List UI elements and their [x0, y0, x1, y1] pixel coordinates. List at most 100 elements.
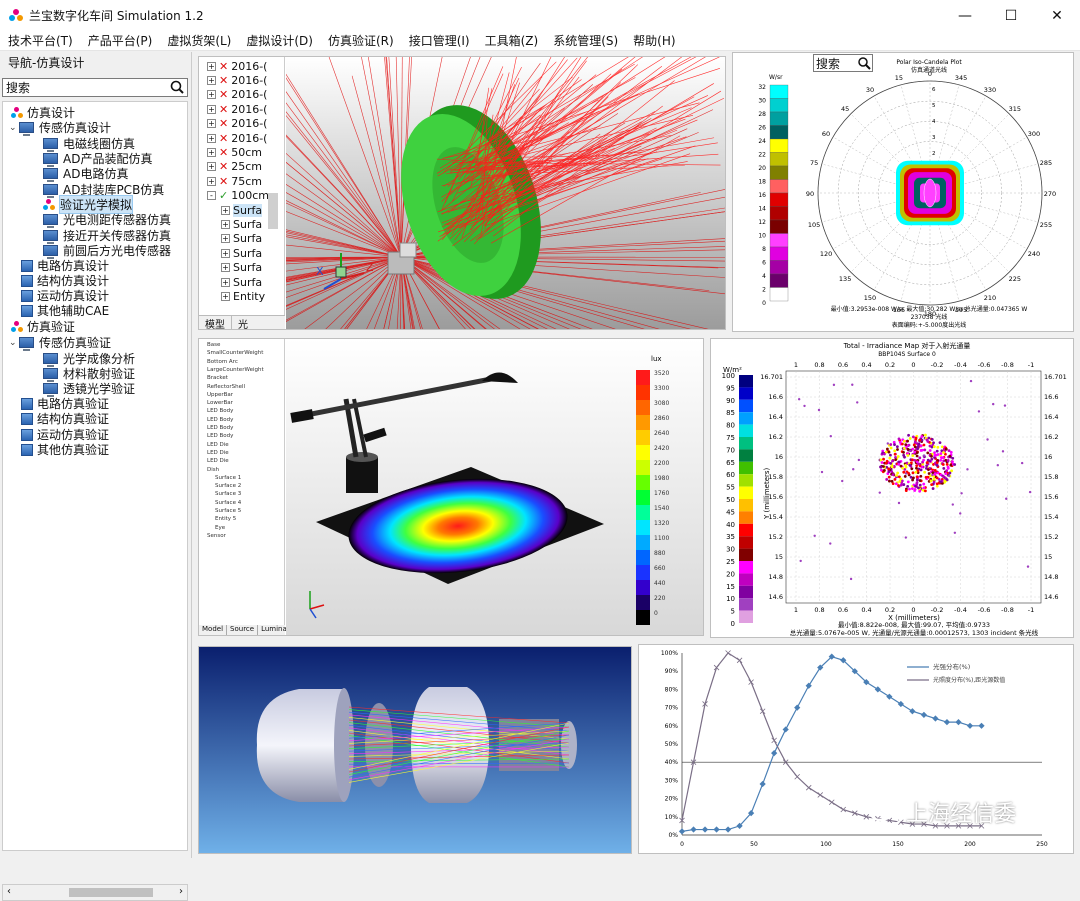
chevron-right-icon[interactable]: ›: [179, 886, 183, 897]
lens-viewport[interactable]: [199, 647, 631, 853]
tree-item[interactable]: 材料散射验证: [43, 366, 135, 381]
model-tree-item[interactable]: -✓100cm: [207, 189, 269, 203]
nav-horizontal-scrollbar[interactable]: ‹ ›: [2, 884, 188, 901]
menu-simulation-verify[interactable]: 仿真验证(R): [320, 32, 401, 49]
model-tree-item[interactable]: +✕2016-(: [207, 59, 267, 73]
expand-icon[interactable]: +: [207, 148, 216, 157]
scene-tree-item[interactable]: ReflectorShell: [207, 384, 245, 390]
model-tree-item[interactable]: +Surfa: [221, 275, 262, 289]
scene-tree-item[interactable]: LED Body: [207, 408, 233, 414]
tree-node-motion-design[interactable]: 运动仿真设计: [21, 288, 109, 303]
raytrace-viewport[interactable]: X Z: [286, 57, 726, 329]
expand-icon[interactable]: +: [221, 220, 230, 229]
model-tree-item[interactable]: +✕2016-(: [207, 131, 267, 145]
expand-icon[interactable]: +: [207, 105, 216, 114]
scene-tree-item[interactable]: Surface 3: [215, 491, 241, 497]
expand-icon[interactable]: +: [207, 119, 216, 128]
tree-item[interactable]: 光学成像分析: [43, 351, 135, 366]
scene-tree-item[interactable]: Entity 5: [215, 516, 236, 522]
menu-help[interactable]: 帮助(H): [625, 32, 682, 49]
expand-icon[interactable]: +: [207, 134, 216, 143]
tree-item[interactable]: 透镜光学验证: [43, 381, 135, 396]
scene-tree-item[interactable]: LED Die: [207, 450, 229, 456]
tab-source[interactable]: Source: [227, 625, 258, 635]
tree-node-verify-root[interactable]: 仿真验证: [11, 319, 75, 334]
scrollbar-thumb[interactable]: [69, 888, 153, 897]
scene-tree-item[interactable]: LED Body: [207, 417, 233, 423]
scene-tree-item[interactable]: Base: [207, 342, 220, 348]
model-tree-item[interactable]: +✕50cm: [207, 145, 262, 159]
search-icon[interactable]: [167, 79, 187, 96]
menu-virtual-design[interactable]: 虚拟设计(D): [238, 32, 320, 49]
maximize-button[interactable]: ☐: [988, 0, 1034, 31]
scene-tree-item[interactable]: Eye: [215, 525, 225, 531]
expand-icon[interactable]: +: [221, 206, 230, 215]
scene-tree-item[interactable]: LowerBar: [207, 400, 233, 406]
scene-tree-item[interactable]: SmallCounterWeight: [207, 350, 263, 356]
tree-node-structure-verify[interactable]: 结构仿真验证: [21, 411, 109, 426]
tab-model[interactable]: 模型: [199, 316, 232, 329]
expand-icon[interactable]: +: [221, 292, 230, 301]
nav-search-box[interactable]: 搜索: [2, 78, 188, 97]
scene-tree-item[interactable]: Surface 2: [215, 483, 241, 489]
model-tree-item[interactable]: +✕2016-(: [207, 73, 267, 87]
tree-node-sensor-verify[interactable]: ⌄传感仿真验证: [9, 335, 111, 350]
chevron-left-icon[interactable]: ‹: [7, 886, 11, 897]
model-tree-item[interactable]: +✕25cm: [207, 160, 262, 174]
model-tree-item[interactable]: +Surfa: [221, 232, 262, 246]
tree-item[interactable]: 光电测距传感器仿真: [43, 212, 171, 227]
expand-icon[interactable]: -: [207, 191, 216, 200]
menu-virtual-shelf[interactable]: 虚拟货架(L): [159, 32, 238, 49]
search-icon[interactable]: [856, 55, 872, 71]
chevron-down-icon[interactable]: ⌄: [9, 123, 19, 133]
model-tree-item[interactable]: +✕2016-(: [207, 88, 267, 102]
expand-icon[interactable]: +: [207, 162, 216, 171]
model-tree-item[interactable]: +Entity: [221, 289, 265, 303]
model-tree-item[interactable]: +✕2016-(: [207, 117, 267, 131]
tab-light[interactable]: 光: [232, 316, 254, 329]
expand-icon[interactable]: +: [207, 177, 216, 186]
scene-tree-item[interactable]: Surface 4: [215, 500, 241, 506]
model-tree-item[interactable]: +Surfa: [221, 217, 262, 231]
chevron-down-icon[interactable]: ⌄: [9, 338, 19, 348]
plot-search-box[interactable]: 搜索: [813, 54, 873, 72]
menu-interface[interactable]: 接口管理(I): [401, 32, 477, 49]
menu-tech-platform[interactable]: 技术平台(T): [0, 32, 80, 49]
tree-node-other-verify[interactable]: 其他仿真验证: [21, 442, 109, 457]
expand-icon[interactable]: +: [207, 90, 216, 99]
tree-node-circuit-verify[interactable]: 电路仿真验证: [21, 396, 109, 411]
menu-system[interactable]: 系统管理(S): [545, 32, 625, 49]
model-tree-item[interactable]: +Surfa: [221, 246, 262, 260]
model-tree-item[interactable]: +✕75cm: [207, 174, 262, 188]
scene-tree-item[interactable]: LargeCounterWeight: [207, 367, 264, 373]
scene-tree-item[interactable]: Sensor: [207, 533, 226, 539]
scene-tree-item[interactable]: LED Body: [207, 433, 233, 439]
tree-item[interactable]: 前圆后方光电传感器: [43, 243, 171, 258]
tree-item[interactable]: 接近开关传感器仿真: [43, 228, 171, 243]
scene-tree-item[interactable]: LED Body: [207, 425, 233, 431]
scene-tree-item[interactable]: LED Die: [207, 442, 229, 448]
tree-item[interactable]: AD电路仿真: [43, 166, 128, 181]
tree-item[interactable]: 电磁线圈仿真: [43, 136, 135, 151]
expand-icon[interactable]: +: [207, 62, 216, 71]
scrollbar-thumb[interactable]: [268, 193, 278, 229]
model-tree-item[interactable]: +Surfa: [221, 261, 262, 275]
expand-icon[interactable]: +: [221, 234, 230, 243]
model-tree-item[interactable]: +✕2016-(: [207, 102, 267, 116]
tree-node-design-root[interactable]: 仿真设计: [11, 105, 75, 120]
scene-tree-item[interactable]: LED Die: [207, 458, 229, 464]
scene-tree-item[interactable]: Bracket: [207, 375, 228, 381]
tree-node-sensor-design[interactable]: ⌄传感仿真设计: [9, 120, 111, 135]
expand-icon[interactable]: +: [221, 278, 230, 287]
minimize-button[interactable]: —: [942, 0, 988, 31]
scene-tree-item[interactable]: Dish: [207, 467, 219, 473]
expand-icon[interactable]: +: [207, 76, 216, 85]
tree-node-structure-design[interactable]: 结构仿真设计: [21, 273, 109, 288]
menu-product-platform[interactable]: 产品平台(P): [80, 32, 160, 49]
tree-item[interactable]: AD产品装配仿真: [43, 151, 152, 166]
model-tree-item[interactable]: +Surfa: [221, 203, 262, 217]
scene-tree-item[interactable]: Bottom Arc: [207, 359, 238, 365]
tree-node-other-cae[interactable]: 其他辅助CAE: [21, 303, 109, 318]
scene-tree-item[interactable]: Surface 5: [215, 508, 241, 514]
expand-icon[interactable]: +: [221, 263, 230, 272]
